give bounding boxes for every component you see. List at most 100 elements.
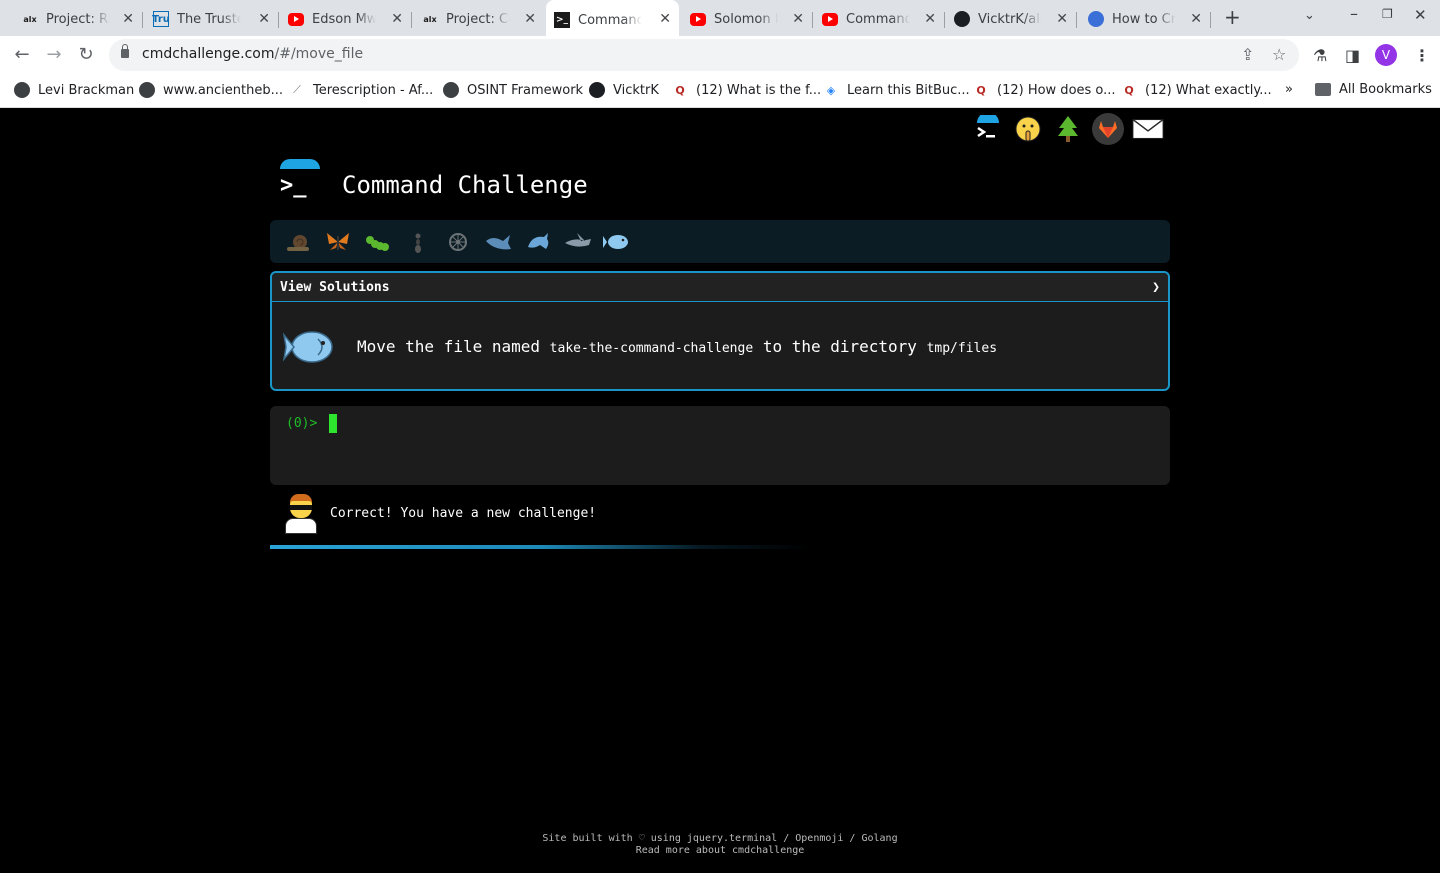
bookmark-item[interactable]: ⟋ Terescription - Af...: [289, 82, 433, 98]
butterfly-icon[interactable]: [318, 224, 358, 260]
lock-icon: [121, 44, 129, 58]
alx-icon: alx: [23, 14, 37, 24]
terminal-cursor: [329, 414, 337, 433]
close-tab-icon[interactable]: ✕: [258, 11, 270, 27]
all-bookmarks-button[interactable]: All Bookmarks: [1315, 82, 1432, 97]
tab-how-to-create[interactable]: How to Cre ✕: [1080, 4, 1211, 34]
globe-icon: [139, 82, 155, 98]
progress-bar: [270, 545, 810, 549]
menu-kebab-icon[interactable]: ⋮: [1414, 46, 1430, 65]
youtube-icon: [288, 12, 304, 26]
filename-code: take-the-command-challenge: [549, 341, 754, 356]
email-icon[interactable]: [1132, 113, 1164, 145]
close-tab-icon[interactable]: ✕: [1056, 11, 1068, 27]
footer: Site built with ♡ using jquery.terminal …: [0, 833, 1440, 857]
shark-icon[interactable]: [558, 224, 598, 260]
bookmark-item[interactable]: Q (12) What is the f...: [672, 82, 821, 98]
close-tab-icon[interactable]: ✕: [792, 11, 804, 27]
directory-code: tmp/files: [926, 341, 998, 356]
terminal-prompt: (0)>: [286, 416, 318, 431]
tab-command-yt[interactable]: Command ✕: [814, 4, 945, 34]
folder-icon: [1315, 83, 1331, 96]
globe-icon: [443, 82, 459, 98]
globe-icon: [1088, 11, 1104, 27]
tab-project-co[interactable]: alx Project: Co ✕: [414, 4, 544, 34]
github-icon: [954, 11, 970, 27]
tab-the-trusted[interactable]: Tru The Trusted ✕: [145, 4, 279, 34]
minimize-button[interactable]: –: [1350, 4, 1358, 23]
tab-solomon[interactable]: Solomon M ✕: [682, 4, 813, 34]
bookmark-item[interactable]: ◈ Learn this BitBuc...: [823, 82, 970, 98]
gitlab-icon[interactable]: [1092, 113, 1124, 145]
youtube-icon: [690, 12, 706, 26]
share-icon[interactable]: ⇪: [1241, 45, 1254, 64]
youtube-icon: [822, 12, 838, 26]
dolphin-icon[interactable]: [518, 224, 558, 260]
fish-icon[interactable]: [598, 224, 638, 260]
footer-credits: Site built with ♡ using jquery.terminal …: [542, 833, 898, 844]
page-content: >_ Command Challenge View Solutions ❯ Mo…: [0, 109, 1440, 873]
close-tab-icon[interactable]: ✕: [524, 11, 536, 27]
close-tab-icon[interactable]: ✕: [1190, 11, 1202, 27]
wheel-icon[interactable]: [438, 224, 478, 260]
globe-icon: [14, 82, 30, 98]
terminal[interactable]: (0)>: [270, 406, 1170, 485]
close-tab-icon[interactable]: ✕: [924, 11, 936, 27]
extension-flask-icon[interactable]: ⚗: [1313, 46, 1327, 65]
challenge-description: Move the file named take-the-command-cha…: [357, 337, 998, 356]
site-logo[interactable]: >_: [278, 159, 320, 201]
result-message: Correct! You have a new challenge!: [282, 492, 596, 534]
terminal-logo-icon[interactable]: [972, 113, 1004, 145]
quora-icon: Q: [976, 83, 986, 97]
bitbucket-icon: ◈: [826, 83, 836, 97]
shushing-face-icon[interactable]: [1012, 113, 1044, 145]
fish-icon: [282, 322, 338, 372]
address-bar[interactable]: cmdchallenge.com/#/move_file ⇪ ☆: [109, 39, 1299, 71]
top-icon-links: [972, 113, 1164, 145]
bookmark-item[interactable]: OSINT Framework: [443, 82, 583, 98]
restore-button[interactable]: ❐: [1382, 7, 1393, 21]
bookmarks-overflow-button[interactable]: »: [1285, 82, 1293, 97]
tab-search-chevron-icon[interactable]: ⌄: [1304, 8, 1315, 23]
footer-read-more-link[interactable]: Read more about cmdchallenge: [0, 845, 1440, 857]
profile-avatar[interactable]: V: [1375, 44, 1397, 66]
whale-icon[interactable]: [478, 224, 518, 260]
close-tab-icon[interactable]: ✕: [659, 11, 671, 27]
quora-icon: Q: [1124, 83, 1134, 97]
challenge-card: View Solutions ❯ Move the file named tak…: [270, 271, 1170, 391]
browser-toolbar: ← → ↻ cmdchallenge.com/#/move_file ⇪ ☆ ⚗…: [0, 36, 1440, 74]
ant-icon[interactable]: [398, 224, 438, 260]
page-title: Command Challenge: [342, 171, 588, 199]
view-solutions-toggle[interactable]: View Solutions ❯: [272, 273, 1168, 302]
tab-strip: alx Project: RSA ✕ Tru The Trusted ✕ Eds…: [0, 0, 1440, 36]
tree-icon[interactable]: [1052, 113, 1084, 145]
alx-icon: alx: [423, 14, 437, 24]
close-tab-icon[interactable]: ✕: [122, 11, 134, 27]
tab-vicktrk-alx[interactable]: VicktrK/alx ✕: [946, 4, 1077, 34]
quora-icon: Q: [675, 83, 685, 97]
new-tab-button[interactable]: +: [1224, 5, 1241, 29]
chevron-right-icon: ❯: [1152, 279, 1160, 295]
feather-icon: ⟋: [293, 83, 301, 96]
bookmark-item[interactable]: Q (12) What exactly...: [1121, 82, 1271, 98]
hacker-avatar-icon: [282, 492, 320, 534]
bookmark-item[interactable]: VicktrK: [589, 82, 659, 98]
github-icon: [589, 82, 605, 98]
close-window-button[interactable]: ✕: [1414, 6, 1427, 24]
bookmark-star-icon[interactable]: ☆: [1272, 45, 1286, 64]
tab-project-rsa[interactable]: alx Project: RSA ✕: [14, 4, 143, 34]
close-tab-icon[interactable]: ✕: [391, 11, 403, 27]
bookmark-item[interactable]: Levi Brackman: [14, 82, 134, 98]
side-panel-icon[interactable]: ◨: [1345, 46, 1360, 65]
caterpillar-icon[interactable]: [358, 224, 398, 260]
url-text[interactable]: cmdchallenge.com/#/move_file: [142, 46, 363, 62]
back-button[interactable]: ←: [10, 44, 34, 65]
tab-command-challenge[interactable]: >_ Command ✕: [546, 0, 679, 36]
bookmark-item[interactable]: Q (12) How does o...: [973, 82, 1115, 98]
snail-icon[interactable]: [278, 224, 318, 260]
forward-button[interactable]: →: [42, 44, 66, 65]
reload-button[interactable]: ↻: [74, 44, 98, 65]
tab-edson[interactable]: Edson Mwa ✕: [280, 4, 412, 34]
bookmarks-bar: Levi Brackman www.ancientheb... ⟋ Terescr…: [0, 74, 1440, 108]
bookmark-item[interactable]: www.ancientheb...: [139, 82, 283, 98]
